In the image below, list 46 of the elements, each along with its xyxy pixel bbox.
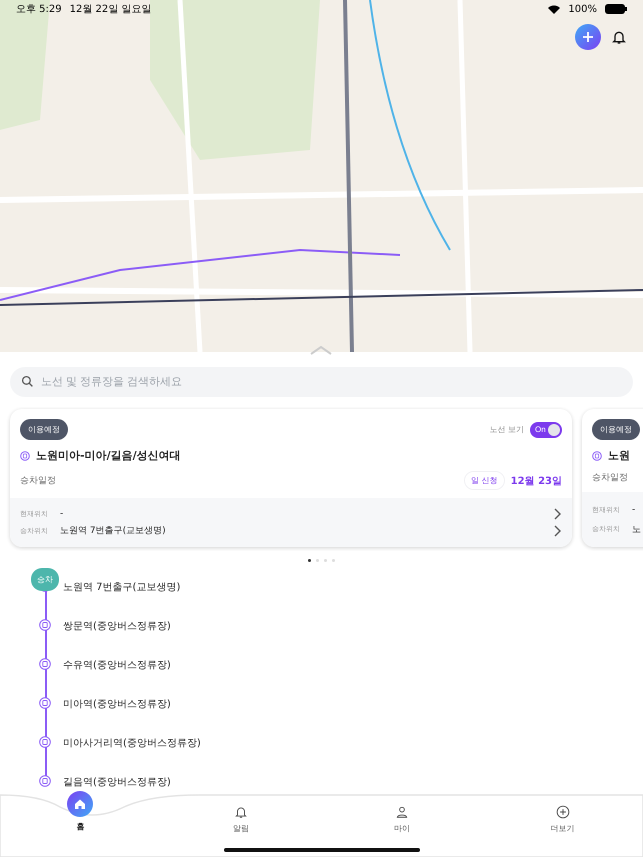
boarding-location-value: 노 bbox=[632, 524, 641, 536]
page-dot[interactable] bbox=[324, 559, 327, 562]
plus-icon bbox=[582, 31, 594, 43]
battery-percent: 100% bbox=[568, 4, 597, 14]
status-date: 12월 22일 일요일 bbox=[70, 3, 152, 16]
battery-icon bbox=[605, 4, 627, 14]
bus-icon bbox=[592, 450, 602, 460]
nav-tab[interactable]: 마이 bbox=[322, 805, 482, 834]
current-location-value: - bbox=[60, 509, 64, 519]
nav-tab[interactable]: 더보기 bbox=[482, 805, 643, 834]
person-icon bbox=[394, 805, 409, 819]
status-badge: 이용예정 bbox=[592, 419, 640, 440]
page-dot[interactable] bbox=[316, 559, 319, 562]
boarding-tag: 승차 bbox=[31, 568, 59, 591]
schedule-label: 승차일정 bbox=[592, 472, 628, 484]
request-tag: 일 신청 bbox=[464, 471, 505, 490]
page-dot[interactable] bbox=[308, 559, 311, 562]
stop-name: 길음역(중앙버스정류장) bbox=[63, 776, 171, 788]
route-toggle[interactable]: On bbox=[530, 422, 562, 438]
stop-name: 쌍문역(중앙버스정류장) bbox=[63, 620, 171, 632]
boarding-location-value: 노원역 7번출구(교보생명) bbox=[60, 525, 166, 537]
stop-name: 미아사거리역(중앙버스정류장) bbox=[63, 736, 201, 750]
bell-icon bbox=[611, 29, 627, 45]
current-location-value: - bbox=[632, 504, 636, 514]
route-name: 노원 bbox=[608, 448, 630, 463]
ride-date: 12월 23일 bbox=[510, 474, 562, 488]
nav-tab[interactable]: 홈 bbox=[0, 791, 161, 832]
search-field[interactable]: 노선 및 정류장을 검색하세요 bbox=[10, 367, 633, 397]
bell-icon bbox=[234, 805, 248, 819]
chevron-right-icon[interactable] bbox=[554, 524, 562, 536]
status-badge: 이용예정 bbox=[20, 419, 68, 440]
bus-icon bbox=[20, 450, 30, 460]
stop-name: 노원역 7번출구(교보생명) bbox=[63, 580, 180, 594]
home-icon bbox=[74, 798, 86, 810]
wifi-icon bbox=[548, 4, 560, 14]
stop-name: 수유역(중앙버스정류장) bbox=[63, 658, 171, 672]
status-time: 오후 5:29 bbox=[16, 3, 62, 16]
plus-circle-icon bbox=[556, 805, 570, 819]
chevron-right-icon[interactable] bbox=[554, 508, 562, 520]
schedule-label: 승차일정 bbox=[20, 475, 56, 487]
search-icon bbox=[21, 375, 34, 388]
stop-name: 미아역(중앙버스정류장) bbox=[63, 698, 171, 710]
toggle-label: 노선 보기 bbox=[489, 424, 524, 435]
nav-tab[interactable]: 알림 bbox=[160, 805, 322, 834]
route-name: 노원미아-미아/길음/성신여대 bbox=[36, 448, 181, 463]
page-dot[interactable] bbox=[332, 559, 335, 562]
